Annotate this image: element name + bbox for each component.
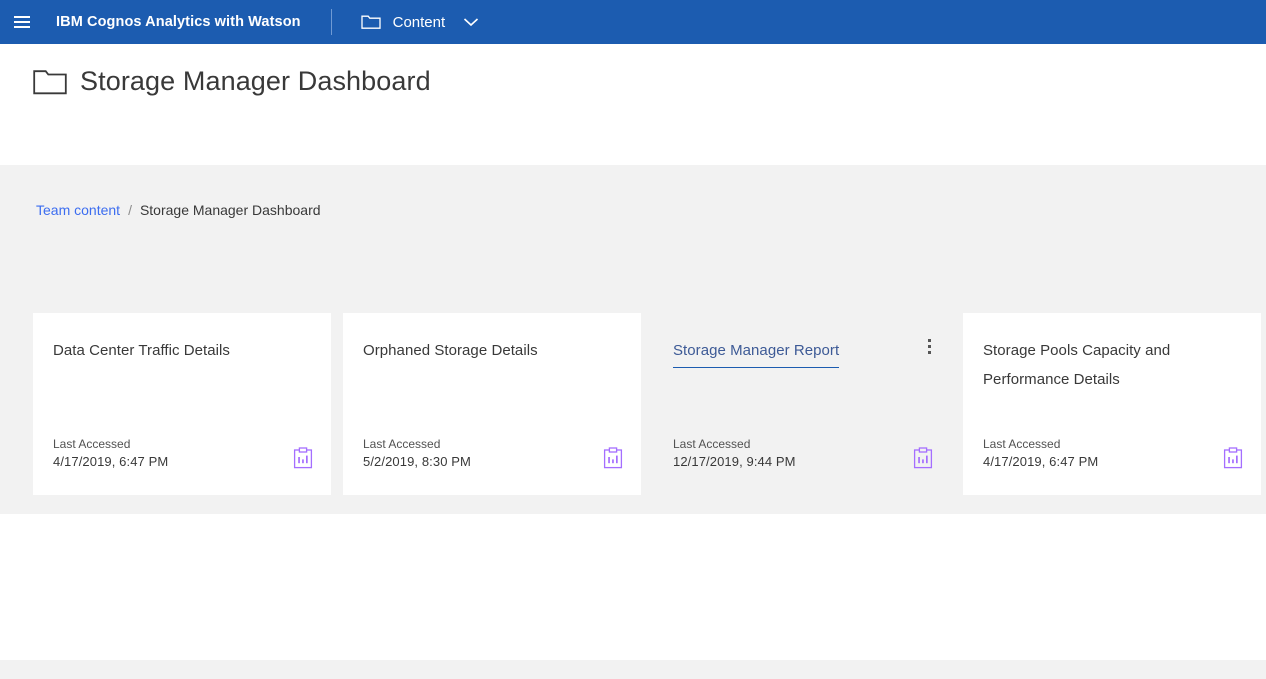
bottom-spacer bbox=[0, 660, 1266, 679]
breadcrumb-separator: / bbox=[128, 202, 132, 218]
breadcrumb-current: Storage Manager Dashboard bbox=[140, 202, 321, 218]
card-footer: Last Accessed 12/17/2019, 9:44 PM bbox=[673, 435, 796, 471]
app-brand-title: IBM Cognos Analytics with Watson bbox=[56, 14, 301, 30]
content-card-list: Data Center Traffic Details Last Accesse… bbox=[33, 313, 1266, 495]
content-nav-label: Content bbox=[393, 14, 446, 31]
breadcrumb: Team content / Storage Manager Dashboard bbox=[36, 202, 321, 218]
last-accessed-label: Last Accessed bbox=[983, 435, 1098, 453]
hamburger-menu-button[interactable] bbox=[0, 0, 44, 44]
navbar-divider bbox=[331, 9, 332, 35]
card-footer: Last Accessed 4/17/2019, 6:47 PM bbox=[53, 435, 168, 471]
card-footer: Last Accessed 4/17/2019, 6:47 PM bbox=[983, 435, 1098, 471]
content-nav-button[interactable]: Content bbox=[361, 0, 480, 44]
folder-icon bbox=[361, 14, 381, 30]
card-title[interactable]: Orphaned Storage Details bbox=[363, 336, 603, 365]
last-accessed-value: 5/2/2019, 8:30 PM bbox=[363, 453, 471, 471]
card-title[interactable]: Data Center Traffic Details bbox=[53, 336, 293, 365]
last-accessed-value: 12/17/2019, 9:44 PM bbox=[673, 453, 796, 471]
card-footer: Last Accessed 5/2/2019, 8:30 PM bbox=[363, 435, 471, 471]
page-title-row: Storage Manager Dashboard bbox=[33, 66, 431, 97]
card-title[interactable]: Storage Manager Report bbox=[673, 336, 839, 368]
last-accessed-value: 4/17/2019, 6:47 PM bbox=[53, 453, 168, 471]
folder-icon bbox=[33, 68, 67, 96]
list-item[interactable]: Storage Manager Report Last Accessed 12/… bbox=[653, 313, 951, 495]
page-header: Storage Manager Dashboard My content Tea… bbox=[0, 44, 1266, 164]
hamburger-menu-icon bbox=[14, 16, 30, 28]
list-item[interactable]: Storage Pools Capacity and Performance D… bbox=[963, 313, 1261, 495]
report-clipboard-icon bbox=[1223, 447, 1243, 469]
report-clipboard-icon bbox=[293, 447, 313, 469]
page-title: Storage Manager Dashboard bbox=[80, 66, 431, 97]
last-accessed-label: Last Accessed bbox=[363, 435, 471, 453]
card-title[interactable]: Storage Pools Capacity and Performance D… bbox=[983, 336, 1223, 394]
list-item[interactable]: Data Center Traffic Details Last Accesse… bbox=[33, 313, 331, 495]
content-area: Team content / Storage Manager Dashboard… bbox=[0, 165, 1266, 514]
last-accessed-label: Last Accessed bbox=[673, 435, 796, 453]
report-clipboard-icon bbox=[913, 447, 933, 469]
report-clipboard-icon bbox=[603, 447, 623, 469]
top-navigation-bar: IBM Cognos Analytics with Watson Content bbox=[0, 0, 1266, 44]
last-accessed-label: Last Accessed bbox=[53, 435, 168, 453]
breadcrumb-link-team-content[interactable]: Team content bbox=[36, 202, 120, 218]
chevron-down-icon[interactable] bbox=[463, 17, 479, 27]
overflow-menu-icon[interactable] bbox=[919, 335, 939, 357]
last-accessed-value: 4/17/2019, 6:47 PM bbox=[983, 453, 1098, 471]
list-item[interactable]: Orphaned Storage Details Last Accessed 5… bbox=[343, 313, 641, 495]
